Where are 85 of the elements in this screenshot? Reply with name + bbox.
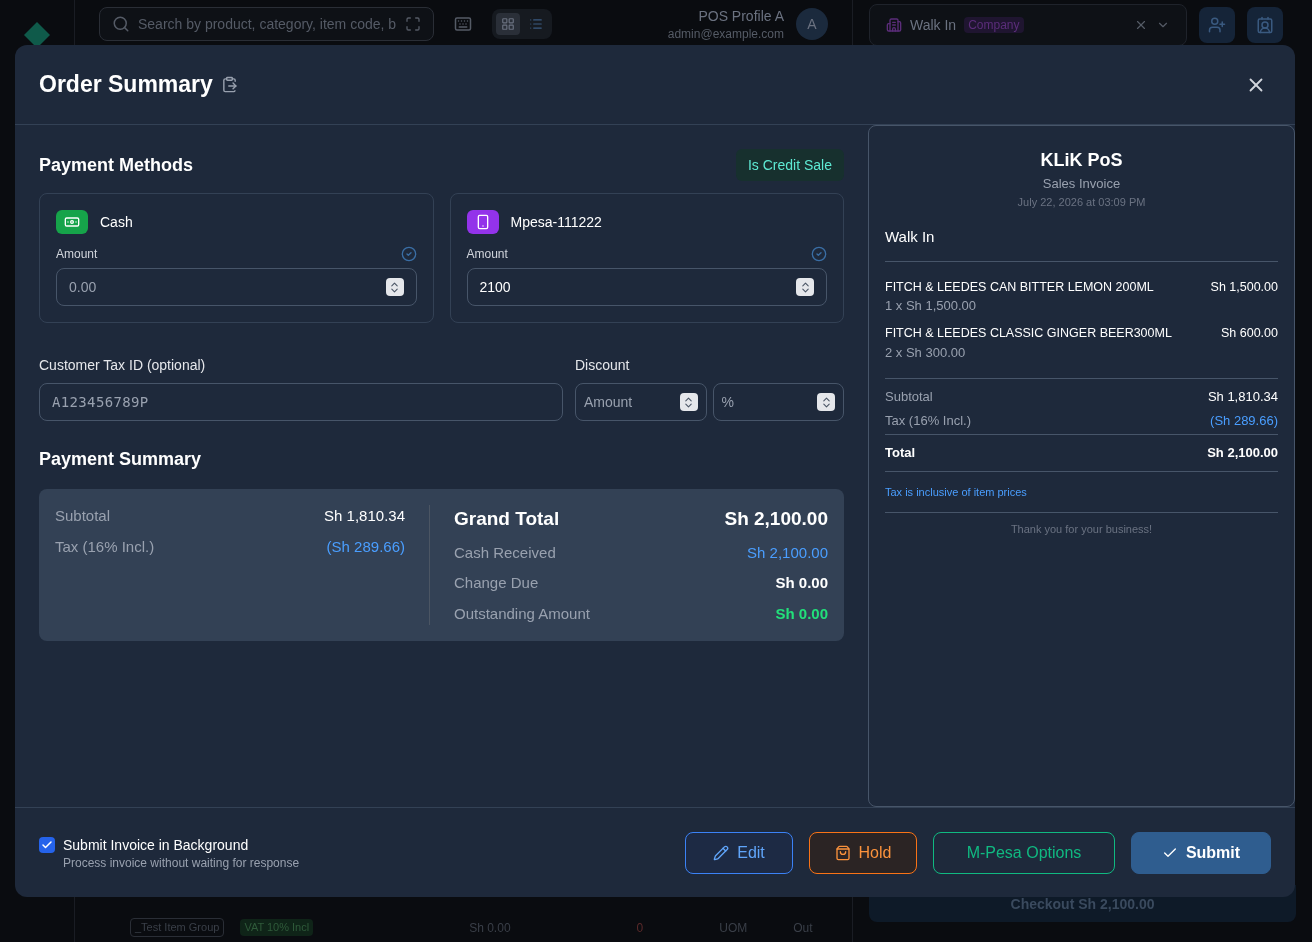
tax-note: Tax is inclusive of item prices xyxy=(885,471,1278,513)
grand-total-value: Sh 2,100.00 xyxy=(724,507,828,531)
clipboard-icon[interactable] xyxy=(220,76,238,93)
checkbox[interactable] xyxy=(39,836,55,853)
method-name: Cash xyxy=(100,213,133,232)
field-label: Amount xyxy=(56,246,98,262)
receipt-label: Subtotal xyxy=(885,388,933,406)
submit-button[interactable]: Submit xyxy=(1131,831,1271,874)
stepper-icon[interactable] xyxy=(679,393,698,411)
stepper-icon[interactable] xyxy=(817,393,835,411)
thank-you-note: Thank you for your business! xyxy=(1009,522,1154,537)
receipt-item-name: FITCH & LEEDES CAN BITTER LEMON 200ML xyxy=(885,278,1154,296)
receipt-value: (Sh 289.66) xyxy=(1210,411,1278,430)
summary-value: Sh 0.00 xyxy=(775,603,828,624)
receipt-date: July 22, 2026 at 03:09 PM xyxy=(1016,194,1147,210)
mpesa-button[interactable]: M-Pesa Options xyxy=(933,831,1115,874)
payment-method-card[interactable]: Cash Amount 0.00 xyxy=(39,193,434,323)
list-icon xyxy=(529,17,543,31)
section-heading: Payment Summary xyxy=(39,448,203,471)
store-name: KLiK PoS xyxy=(1039,149,1124,172)
discount-amount-field[interactable]: Amount xyxy=(575,383,707,421)
stepper-icon[interactable] xyxy=(385,278,404,296)
discount-percent-field[interactable]: % xyxy=(712,383,844,421)
receipt-item-amount: Sh 600.00 xyxy=(1221,324,1278,342)
credit-sale-toggle[interactable]: Is Credit Sale xyxy=(735,149,844,181)
receipt-total-label: Total xyxy=(885,444,916,462)
receipt-item-amount: Sh 1,500.00 xyxy=(1210,278,1278,296)
fullscreen-icon xyxy=(405,16,421,32)
receipt-total-value: Sh 2,100.00 xyxy=(1207,444,1278,462)
stock-status: Out xyxy=(793,919,813,936)
payment-input[interactable]: 0.00 xyxy=(56,268,417,306)
search-icon xyxy=(112,15,130,33)
building-icon xyxy=(886,17,902,33)
checkbox-label: Submit Invoice in Background xyxy=(63,835,250,855)
payment-input[interactable]: 2100 xyxy=(466,268,827,306)
grid-icon xyxy=(501,17,515,31)
tax-id-field[interactable]: A123456789P xyxy=(39,383,563,421)
summary-value: Sh 0.00 xyxy=(775,573,828,593)
item-uom: UOM xyxy=(719,919,748,936)
summary-label: Cash Received xyxy=(454,542,556,563)
document-type: Sales Invoice xyxy=(1041,175,1122,193)
customer-name: Walk In xyxy=(910,16,957,35)
summary-value: Sh 1,810.34 xyxy=(324,506,405,526)
method-name: Mpesa-111222 xyxy=(510,213,602,232)
customer-selector[interactable]: Walk In Company xyxy=(869,4,1187,46)
receipt-item-detail: 1 x Sh 1,500.00 xyxy=(885,297,978,316)
check-circle-icon xyxy=(400,246,417,262)
receipt-item-detail: 2 x Sh 300.00 xyxy=(885,343,967,362)
check-circle-icon xyxy=(811,246,827,262)
grand-total-label: Grand Total xyxy=(454,507,560,531)
summary-label: Subtotal xyxy=(55,506,111,526)
add-user-icon xyxy=(1208,16,1226,34)
grid-view-button[interactable] xyxy=(496,13,520,35)
item-quantity: 0 xyxy=(636,919,644,936)
bag-icon xyxy=(834,844,851,861)
customer-type-tag: Company xyxy=(964,17,1024,33)
receipt-label: Tax (16% Incl.) xyxy=(885,411,971,430)
receipt-value: Sh 1,810.34 xyxy=(1207,388,1278,406)
receipt-customer: Walk In xyxy=(885,226,1278,262)
clear-icon xyxy=(1134,18,1148,32)
field-label: Discount xyxy=(575,356,631,375)
dialog-title: Order Summary xyxy=(39,70,213,100)
summary-value: Sh 2,100.00 xyxy=(747,542,828,563)
section-heading: Payment Methods xyxy=(39,154,194,177)
payment-method-card[interactable]: Mpesa-111222 Amount 2100 xyxy=(449,193,844,323)
checkmark-icon xyxy=(41,838,53,851)
receipt-item-name: FITCH & LEEDES CLASSIC GINGER BEER300ML xyxy=(885,324,1172,342)
summary-label: Tax (16% Incl.) xyxy=(55,536,155,557)
field-label: Customer Tax ID (optional) xyxy=(39,356,207,375)
add-customer-button[interactable] xyxy=(1199,7,1235,43)
stepper-icon[interactable] xyxy=(796,278,814,296)
checkbox-hint: Process invoice without waiting for response xyxy=(63,854,300,871)
summary-label: Change Due xyxy=(454,573,539,593)
hold-button[interactable]: Hold xyxy=(809,831,917,874)
summary-value: (Sh 289.66) xyxy=(326,536,405,557)
keyboard-icon[interactable] xyxy=(454,15,472,33)
contact-card-icon xyxy=(1256,16,1274,34)
profile-name: POS Profile A xyxy=(698,7,784,26)
profile-email: admin@example.com xyxy=(667,26,784,42)
avatar[interactable]: A xyxy=(796,8,828,40)
field-label: Amount xyxy=(466,246,508,262)
edit-button[interactable]: Edit xyxy=(685,831,793,874)
summary-label: Outstanding Amount xyxy=(454,603,590,624)
pencil-icon xyxy=(713,844,730,861)
contact-button[interactable] xyxy=(1247,7,1283,43)
